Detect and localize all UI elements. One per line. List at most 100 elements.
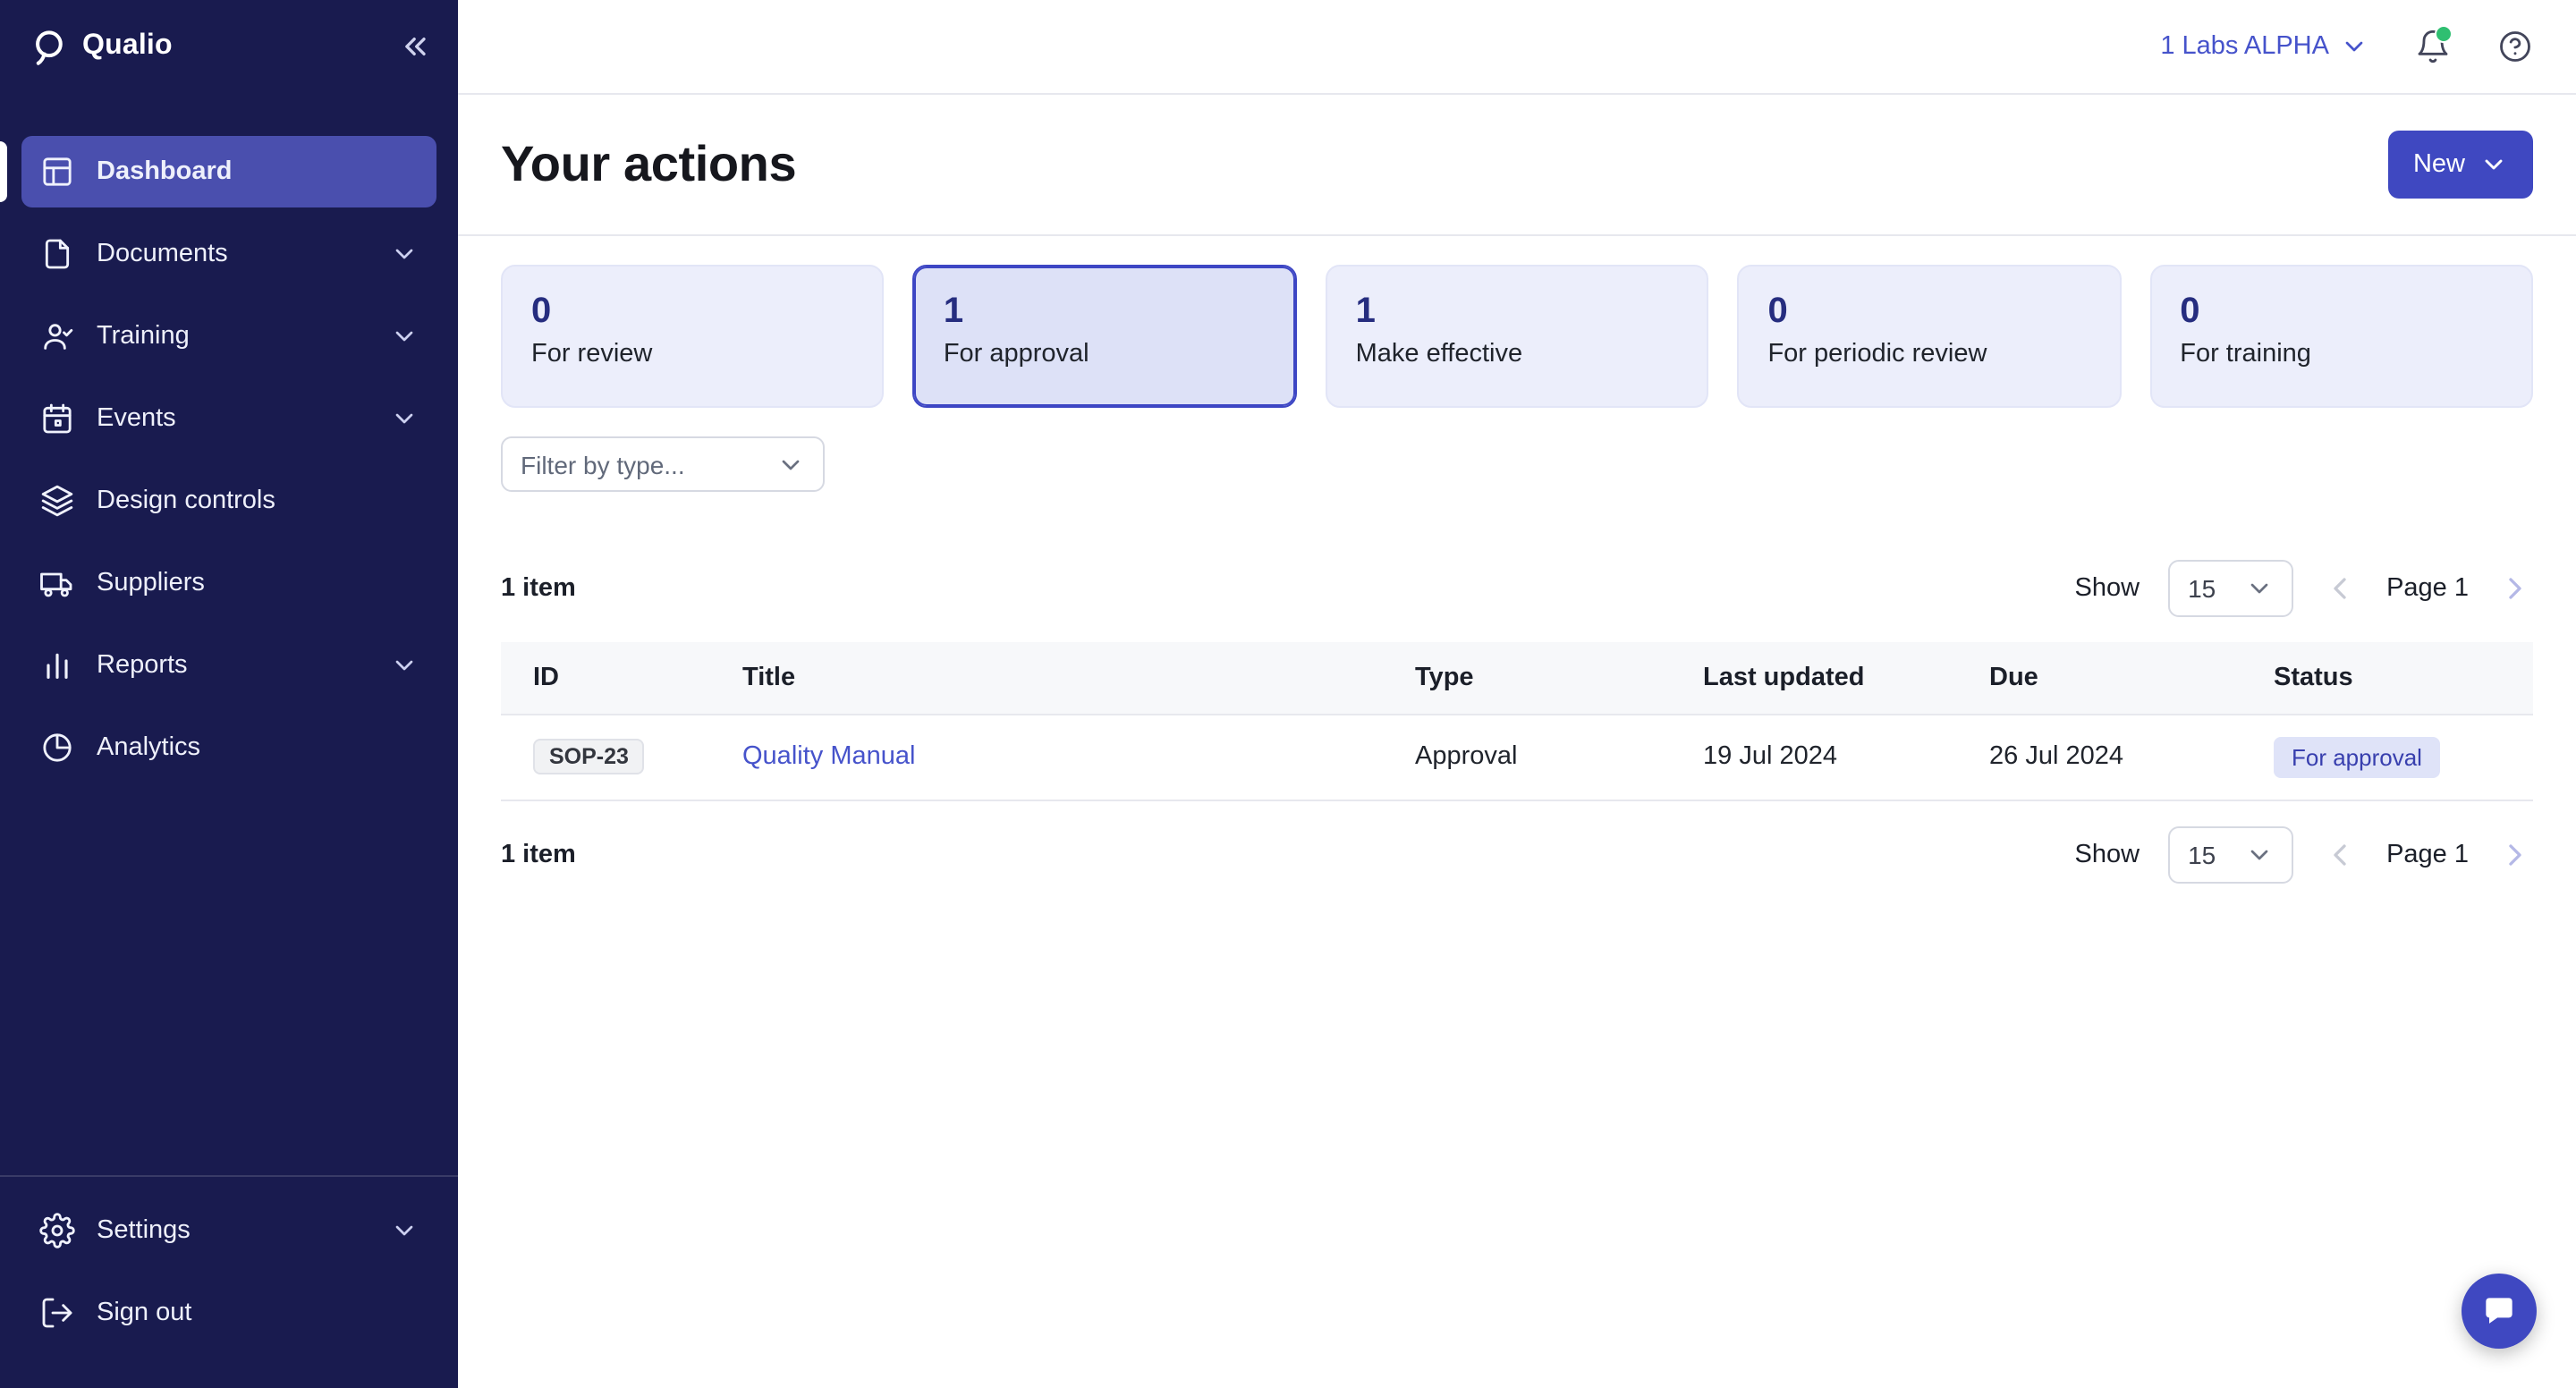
sidebar-item-label: Dashboard bbox=[97, 157, 233, 186]
sidebar: Qualio Dashboard bbox=[0, 0, 458, 1388]
page-size-value: 15 bbox=[2188, 840, 2216, 868]
column-header-due: Due bbox=[1989, 642, 2274, 714]
document-title-link[interactable]: Quality Manual bbox=[742, 742, 915, 771]
chat-bubble-icon bbox=[2479, 1291, 2519, 1331]
stat-card-for-review[interactable]: 0 For review bbox=[501, 265, 885, 408]
document-icon bbox=[39, 236, 75, 272]
chevron-down-icon bbox=[2340, 32, 2368, 61]
chevron-down-icon bbox=[390, 240, 419, 268]
item-count: 1 item bbox=[501, 840, 576, 868]
list-controls: Show 15 Page 1 bbox=[2075, 560, 2534, 617]
table-header-row: ID Title Type Last updated Due Status bbox=[501, 642, 2533, 714]
sidebar-item-label: Analytics bbox=[97, 733, 200, 762]
notification-dot bbox=[2435, 25, 2453, 43]
stat-count: 1 bbox=[1356, 290, 1679, 333]
item-count: 1 item bbox=[501, 574, 576, 603]
chevron-right-icon bbox=[2497, 571, 2533, 606]
next-page-button[interactable] bbox=[2497, 836, 2533, 872]
filter-by-type-select[interactable]: Filter by type... bbox=[501, 436, 825, 492]
show-label: Show bbox=[2075, 840, 2140, 868]
stat-card-make-effective[interactable]: 1 Make effective bbox=[1326, 265, 1709, 408]
stat-label: For training bbox=[2180, 340, 2503, 368]
stat-card-for-training[interactable]: 0 For training bbox=[2149, 265, 2533, 408]
sidebar-item-label: Settings bbox=[97, 1216, 191, 1245]
page-header: Your actions New bbox=[458, 95, 2576, 236]
truck-icon bbox=[39, 565, 75, 601]
page-size-value: 15 bbox=[2188, 574, 2216, 603]
sidebar-item-reports[interactable]: Reports bbox=[21, 630, 436, 701]
sidebar-item-analytics[interactable]: Analytics bbox=[21, 712, 436, 783]
sidebar-item-documents[interactable]: Documents bbox=[21, 218, 436, 290]
chevron-left-icon bbox=[2322, 571, 2358, 606]
notifications-button[interactable] bbox=[2415, 29, 2451, 64]
brand: Qualio bbox=[29, 27, 173, 66]
chevron-left-icon bbox=[2322, 836, 2358, 872]
stat-card-for-approval[interactable]: 1 For approval bbox=[913, 265, 1297, 408]
chevron-right-icon bbox=[2497, 836, 2533, 872]
filter-select-label: Filter by type... bbox=[521, 450, 685, 478]
bar-chart-icon bbox=[39, 647, 75, 683]
page-indicator: Page 1 bbox=[2386, 574, 2469, 603]
stat-count: 1 bbox=[944, 290, 1267, 333]
chevron-down-icon bbox=[2245, 574, 2274, 603]
app: Qualio Dashboard bbox=[0, 0, 2576, 1388]
chevron-down-icon bbox=[776, 450, 805, 478]
show-label: Show bbox=[2075, 574, 2140, 603]
sign-out-icon bbox=[39, 1295, 75, 1331]
stat-count: 0 bbox=[531, 290, 854, 333]
previous-page-button[interactable] bbox=[2322, 571, 2358, 606]
sidebar-item-label: Documents bbox=[97, 240, 228, 268]
sidebar-nav: Dashboard Documents bbox=[0, 93, 458, 1175]
sidebar-item-label: Sign out bbox=[97, 1299, 191, 1327]
document-id-badge: SOP-23 bbox=[533, 739, 645, 774]
sidebar-item-events[interactable]: Events bbox=[21, 383, 436, 454]
next-page-button[interactable] bbox=[2497, 571, 2533, 606]
previous-page-button[interactable] bbox=[2322, 836, 2358, 872]
user-icon bbox=[39, 318, 75, 354]
page-indicator: Page 1 bbox=[2386, 840, 2469, 868]
cell-last-updated: 19 Jul 2024 bbox=[1703, 714, 1989, 800]
sidebar-collapse-button[interactable] bbox=[397, 29, 433, 64]
calendar-icon bbox=[39, 401, 75, 436]
org-switcher-label: 1 Labs ALPHA bbox=[2160, 32, 2329, 61]
sidebar-item-design-controls[interactable]: Design controls bbox=[21, 465, 436, 537]
sidebar-item-label: Suppliers bbox=[97, 569, 205, 597]
sidebar-item-label: Events bbox=[97, 404, 176, 433]
list-controls: Show 15 Page 1 bbox=[2075, 825, 2534, 883]
stat-label: Make effective bbox=[1356, 340, 1679, 368]
page-size-select[interactable]: 15 bbox=[2168, 560, 2293, 617]
cell-due: 26 Jul 2024 bbox=[1989, 714, 2274, 800]
stat-count: 0 bbox=[1767, 290, 2090, 333]
layers-icon bbox=[39, 483, 75, 519]
sidebar-item-label: Design controls bbox=[97, 487, 275, 515]
new-button[interactable]: New bbox=[2388, 131, 2533, 199]
column-header-type: Type bbox=[1415, 642, 1703, 714]
sidebar-bottom: Settings Sign out bbox=[0, 1175, 458, 1388]
chat-launcher-button[interactable] bbox=[2462, 1274, 2537, 1349]
sidebar-item-label: Training bbox=[97, 322, 190, 351]
org-switcher[interactable]: 1 Labs ALPHA bbox=[2160, 32, 2368, 61]
cell-id: SOP-23 bbox=[501, 714, 742, 800]
column-header-status: Status bbox=[2274, 642, 2533, 714]
sidebar-item-training[interactable]: Training bbox=[21, 300, 436, 372]
chevron-down-icon bbox=[390, 1216, 419, 1245]
sidebar-item-suppliers[interactable]: Suppliers bbox=[21, 547, 436, 619]
status-badge: For approval bbox=[2274, 736, 2440, 777]
column-header-id: ID bbox=[501, 642, 742, 714]
dashboard-icon bbox=[39, 154, 75, 190]
new-button-label: New bbox=[2413, 150, 2465, 179]
help-button[interactable] bbox=[2497, 29, 2533, 64]
cell-title: Quality Manual bbox=[742, 714, 1415, 800]
qualio-logo-icon bbox=[29, 27, 68, 66]
stat-label: For approval bbox=[944, 340, 1267, 368]
main-area: 1 Labs ALPHA Your actions New bbox=[458, 0, 2576, 1388]
sidebar-item-sign-out[interactable]: Sign out bbox=[21, 1277, 436, 1349]
chevron-down-icon bbox=[390, 651, 419, 680]
sidebar-item-dashboard[interactable]: Dashboard bbox=[21, 136, 436, 207]
pie-chart-icon bbox=[39, 730, 75, 766]
actions-table: ID Title Type Last updated Due Status SO… bbox=[501, 642, 2533, 800]
sidebar-item-settings[interactable]: Settings bbox=[21, 1195, 436, 1266]
stat-card-for-periodic-review[interactable]: 0 For periodic review bbox=[1737, 265, 2121, 408]
page-size-select[interactable]: 15 bbox=[2168, 825, 2293, 883]
table-row: SOP-23 Quality Manual Approval 19 Jul 20… bbox=[501, 714, 2533, 800]
